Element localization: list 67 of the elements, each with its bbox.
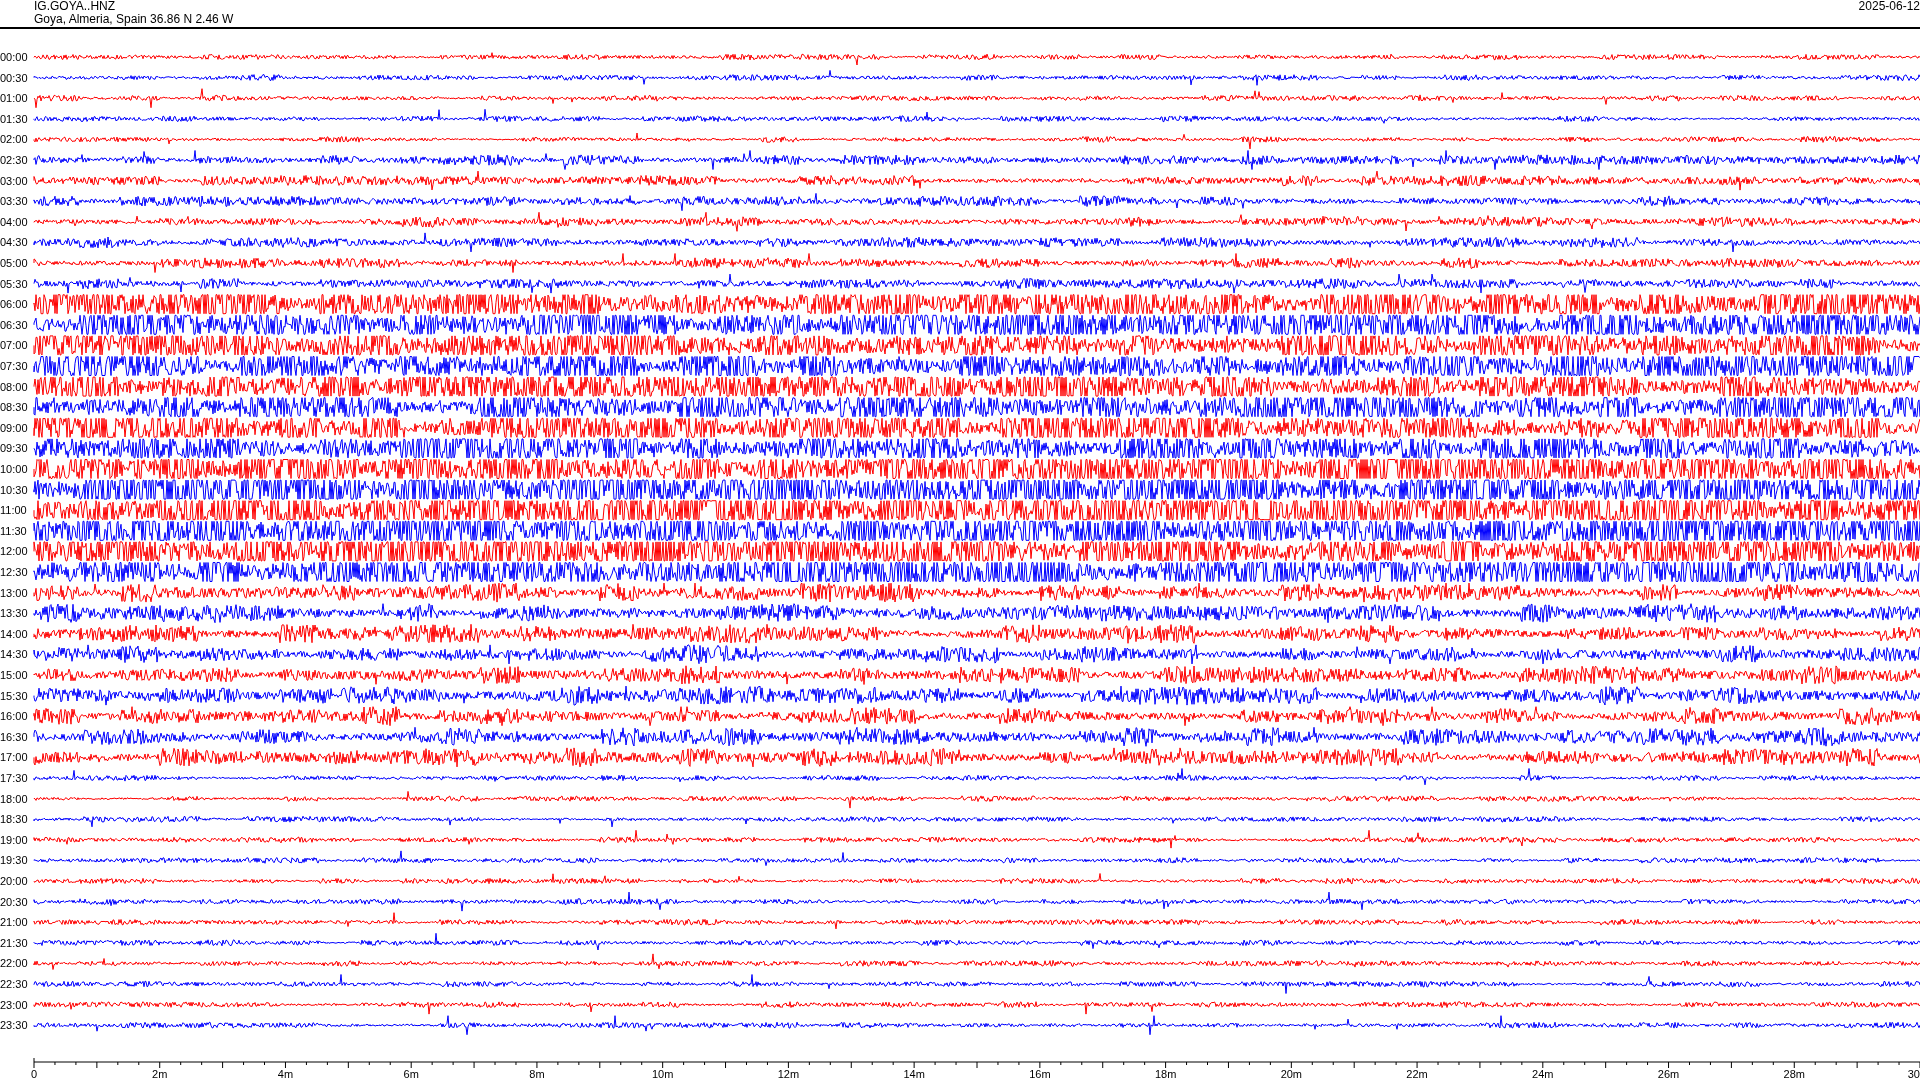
time-label: 08:00 (0, 380, 28, 393)
time-label: 23:30 (0, 1019, 28, 1032)
time-label: 12:00 (0, 545, 28, 558)
time-label: 05:00 (0, 257, 28, 269)
time-label: 11:00 (0, 504, 27, 517)
time-label: 20:00 (0, 875, 28, 887)
time-label: 15:30 (0, 689, 28, 702)
time-label: 10:30 (0, 483, 28, 496)
time-label: 10:00 (0, 463, 28, 475)
time-label: 13:30 (0, 607, 28, 620)
date-label: 2025-06-12 (1858, 0, 1920, 15)
time-label: 14:00 (0, 627, 28, 640)
time-label: 06:00 (0, 298, 28, 311)
axis-label: 18m (1154, 1068, 1177, 1078)
time-label: 03:00 (0, 174, 28, 187)
time-label: 19:30 (0, 854, 28, 867)
axis-label: 12m (777, 1068, 800, 1078)
axis-label: 2m (152, 1068, 168, 1078)
time-label: 08:30 (0, 401, 28, 414)
time-label: 13:00 (0, 586, 28, 599)
time-label: 19:00 (0, 833, 28, 846)
time-label: 09:00 (0, 421, 28, 434)
time-label: 00:30 (0, 71, 28, 84)
time-label: 11:30 (0, 524, 27, 537)
station-title: IG.GOYA..HNZ (34, 0, 117, 13)
axis-label: 6m (403, 1068, 419, 1078)
time-label: 00:00 (0, 51, 28, 63)
time-label: 01:00 (0, 92, 28, 105)
time-label: 22:00 (0, 957, 28, 970)
time-label: 04:00 (0, 215, 28, 228)
time-label: 17:00 (0, 751, 28, 764)
time-label: 20:30 (0, 895, 28, 908)
axis-label: 0 (30, 1068, 38, 1078)
time-label: 23:00 (0, 998, 28, 1011)
time-label: 21:00 (0, 916, 28, 929)
axis-label: 4m (277, 1068, 294, 1078)
time-label: 06:30 (0, 318, 28, 331)
axis-label: 30 (1907, 1068, 1920, 1078)
time-label: 15:00 (0, 669, 28, 681)
station-location: Goya, Almeria, Spain 36.86 N 2.46 W (34, 13, 234, 26)
time-label: 16:30 (0, 730, 28, 743)
axis-label: 10m (651, 1068, 674, 1078)
time-label: 05:30 (0, 277, 28, 290)
axis-label: 22m (1406, 1068, 1428, 1078)
time-label: 18:00 (0, 792, 28, 805)
time-label: 07:00 (0, 339, 28, 352)
time-label: 17:30 (0, 772, 28, 784)
time-label: 22:30 (0, 978, 28, 990)
axis-label: 28m (1783, 1068, 1805, 1078)
time-label: 02:00 (0, 133, 28, 146)
time-label: 18:30 (0, 813, 28, 826)
axis-label: 24m (1532, 1068, 1554, 1078)
time-label: 09:30 (0, 442, 28, 455)
time-label: 12:30 (0, 566, 28, 578)
time-label: 14:30 (0, 648, 28, 661)
time-label: 07:30 (0, 360, 28, 372)
axis-label: 20m (1280, 1068, 1303, 1078)
time-label: 21:30 (0, 936, 28, 949)
axis-label: 26m (1657, 1068, 1680, 1078)
axis-label: 8m (529, 1068, 545, 1078)
time-label: 02:30 (0, 154, 28, 166)
axis-label: 14m (903, 1068, 925, 1078)
axis-label: 16m (1029, 1068, 1051, 1078)
time-label: 04:30 (0, 236, 28, 249)
time-label: 16:00 (0, 710, 28, 723)
time-label: 03:30 (0, 195, 28, 208)
time-label: 01:30 (0, 112, 28, 125)
